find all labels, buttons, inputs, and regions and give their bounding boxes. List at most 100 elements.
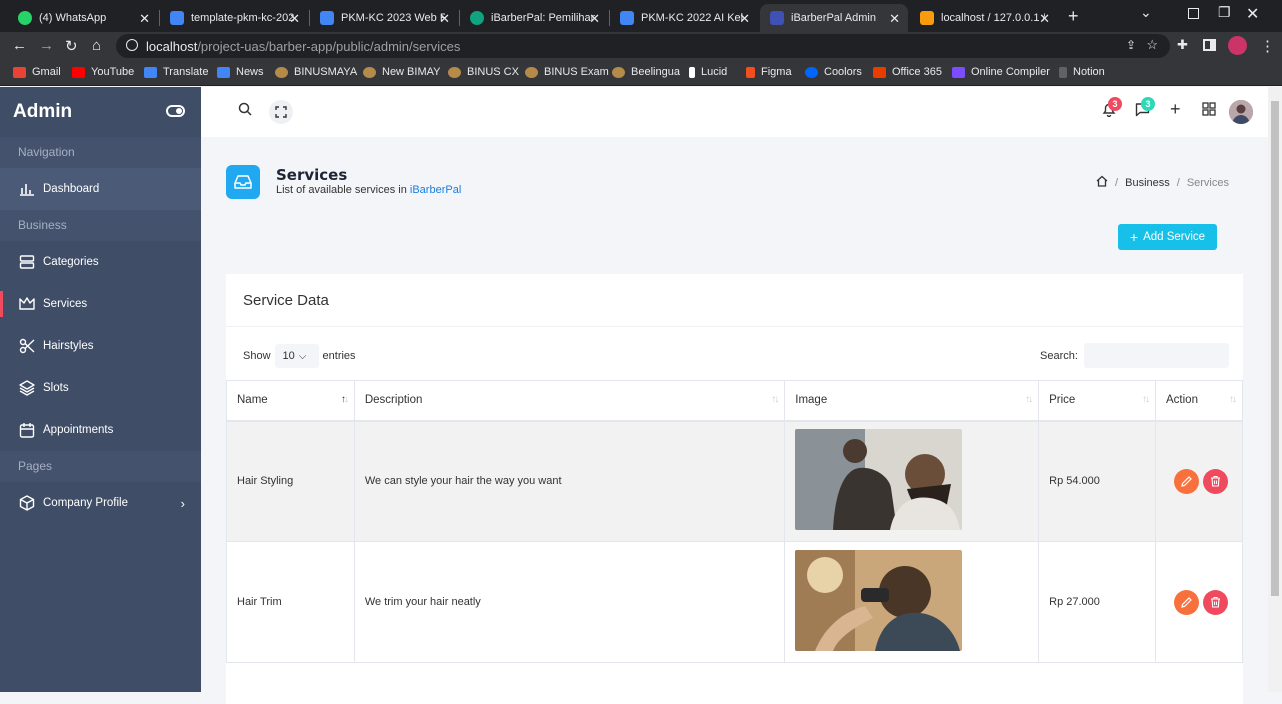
sort-icon: ↑↓	[771, 394, 779, 405]
close-tab-icon[interactable]: ✕	[589, 11, 600, 27]
chatgpt-icon	[470, 11, 484, 25]
browser-tab[interactable]: PKM-KC 2023 Web Pr ✕	[310, 4, 458, 32]
restore-icon[interactable]: ❐	[1218, 4, 1231, 21]
browser-tab[interactable]: (4) WhatsApp ✕	[8, 4, 158, 32]
bookmark-item[interactable]: Gmail	[13, 66, 61, 78]
add-service-button[interactable]: + Add Service	[1118, 224, 1217, 250]
share-icon[interactable]: ⇪	[1126, 38, 1136, 52]
whatsapp-icon	[18, 11, 32, 25]
docs-icon	[320, 11, 334, 25]
docs-icon	[170, 11, 184, 25]
column-header-image[interactable]: Image ↑↓	[784, 380, 1040, 422]
bookmark-item[interactable]: BINUS CX	[448, 66, 519, 78]
sidebar-item-company-profile[interactable]: Company Profile ›	[0, 482, 201, 524]
sort-icon: ↑↓	[1142, 394, 1150, 405]
delete-button[interactable]	[1203, 468, 1228, 494]
bookmark-item[interactable]: Notion	[1059, 66, 1105, 78]
section-business: Business	[0, 210, 201, 241]
bookmark-item[interactable]: Beelingua	[612, 66, 680, 78]
table-row: Hair Trim We trim your hair neatly Rp 27…	[226, 541, 1243, 663]
grid-icon[interactable]	[1202, 102, 1216, 119]
column-header-description[interactable]: Description ↑↓	[353, 380, 786, 422]
column-header-name[interactable]: Name ↑↓	[226, 380, 355, 422]
crown-icon	[18, 296, 35, 313]
box-icon	[18, 495, 35, 512]
close-tab-icon[interactable]: ✕	[439, 11, 450, 27]
breadcrumb-services: Services	[1186, 176, 1229, 189]
sidebar-item-slots[interactable]: Slots	[0, 367, 201, 409]
bookmark-item[interactable]: News	[217, 66, 264, 78]
services-table: Name ↑↓ Description ↑↓ Image ↑↓ Price ↑↓ Act…	[226, 380, 1243, 663]
bookmark-item[interactable]: Figma	[746, 66, 792, 78]
column-header-price[interactable]: Price ↑↓	[1038, 380, 1156, 422]
edit-button[interactable]	[1174, 468, 1199, 494]
maximize-icon[interactable]	[1188, 8, 1199, 19]
user-avatar[interactable]	[1229, 100, 1253, 124]
browser-tab[interactable]: localhost / 127.0.0.1 / ✕	[910, 4, 1058, 32]
plus-icon[interactable]: +	[1170, 99, 1181, 120]
main-content: Services List of available services in i…	[201, 137, 1268, 704]
sidebar-title: Admin	[13, 101, 73, 122]
sidebar-item-dashboard[interactable]: Dashboard	[0, 168, 201, 210]
bookmark-item[interactable]: BINUS Exam	[525, 66, 609, 78]
cell-actions	[1155, 541, 1243, 663]
profile-avatar[interactable]	[1228, 36, 1247, 55]
search-icon[interactable]	[238, 102, 252, 119]
browser-tab[interactable]: template-pkm-kc-202 ✕	[160, 4, 308, 32]
sidebar-item-categories[interactable]: Categories	[0, 241, 201, 283]
chevron-right-icon: ›	[180, 495, 185, 511]
home-icon[interactable]	[1096, 175, 1108, 190]
close-tab-icon[interactable]: ✕	[1039, 11, 1050, 27]
close-window-icon[interactable]: ✕	[1246, 4, 1259, 24]
close-tab-icon[interactable]: ✕	[289, 11, 300, 27]
address-bar[interactable]: localhost/project-uas/barber-app/public/…	[116, 34, 1170, 58]
bookmark-item[interactable]: Coolors	[805, 66, 862, 78]
page-subtitle: List of available services in iBarberPal	[276, 184, 462, 196]
layers-icon	[18, 380, 35, 397]
cell-price: Rp 27.000	[1038, 541, 1156, 663]
side-panel-icon[interactable]	[1203, 39, 1216, 51]
bookmark-star-icon[interactable]: ☆	[1146, 37, 1158, 53]
forward-icon[interactable]: →	[39, 37, 54, 54]
page-scrollbar[interactable]	[1268, 87, 1282, 692]
delete-button[interactable]	[1203, 589, 1228, 615]
bookmark-item[interactable]: Lucid	[689, 66, 727, 78]
sidebar-item-services[interactable]: Services	[0, 283, 201, 325]
fullscreen-icon[interactable]	[269, 100, 293, 124]
page-title: Services	[276, 166, 348, 184]
breadcrumb-business[interactable]: Business	[1125, 177, 1170, 189]
browser-tab[interactable]: PKM-KC 2022 AI Kel 5 ✕	[610, 4, 758, 32]
home-icon[interactable]: ⌂	[92, 37, 101, 54]
tab-search-icon[interactable]: ⌄	[1140, 4, 1152, 21]
reload-icon[interactable]: ↻	[65, 37, 78, 55]
menu-icon[interactable]: ⋮	[1260, 37, 1275, 55]
bookmark-item[interactable]: YouTube	[72, 66, 134, 78]
browser-tab-active[interactable]: iBarberPal Admin ✕	[760, 4, 908, 32]
cell-image	[784, 541, 1040, 663]
bookmark-item[interactable]: New BIMAY	[363, 66, 440, 78]
edit-button[interactable]	[1174, 589, 1199, 615]
entries-select[interactable]: 10 ⌵	[274, 344, 319, 368]
site-info-icon[interactable]	[126, 39, 138, 51]
sort-icon: ↑↓	[1229, 394, 1237, 405]
bookmark-item[interactable]: Office 365	[873, 66, 942, 78]
bookmark-item[interactable]: Translate	[144, 66, 208, 78]
sidebar-item-hairstyles[interactable]: Hairstyles	[0, 325, 201, 367]
extensions-icon[interactable]: ✚	[1177, 37, 1188, 53]
bookmark-item[interactable]: Online Compiler	[952, 66, 1050, 78]
service-image	[795, 429, 963, 531]
back-icon[interactable]: ←	[12, 37, 27, 54]
column-header-action[interactable]: Action ↑↓	[1155, 380, 1243, 422]
close-tab-icon[interactable]: ✕	[139, 11, 150, 27]
browser-tab[interactable]: iBarberPal: Pemilihan ✕	[460, 4, 608, 32]
new-tab-icon[interactable]: +	[1068, 6, 1079, 27]
close-tab-icon[interactable]: ✕	[889, 11, 900, 27]
search-input[interactable]	[1083, 343, 1229, 368]
scrollbar-thumb[interactable]	[1271, 101, 1279, 596]
sidebar-toggle-icon[interactable]	[166, 105, 185, 117]
bookmark-item[interactable]: BINUSMAYA	[275, 66, 357, 78]
close-tab-icon[interactable]: ✕	[739, 11, 750, 27]
browser-toolbar: ← → ↻ ⌂ localhost/project-uas/barber-app…	[0, 32, 1282, 60]
pencil-icon	[1181, 475, 1192, 487]
sidebar-item-appointments[interactable]: Appointments	[0, 409, 201, 451]
